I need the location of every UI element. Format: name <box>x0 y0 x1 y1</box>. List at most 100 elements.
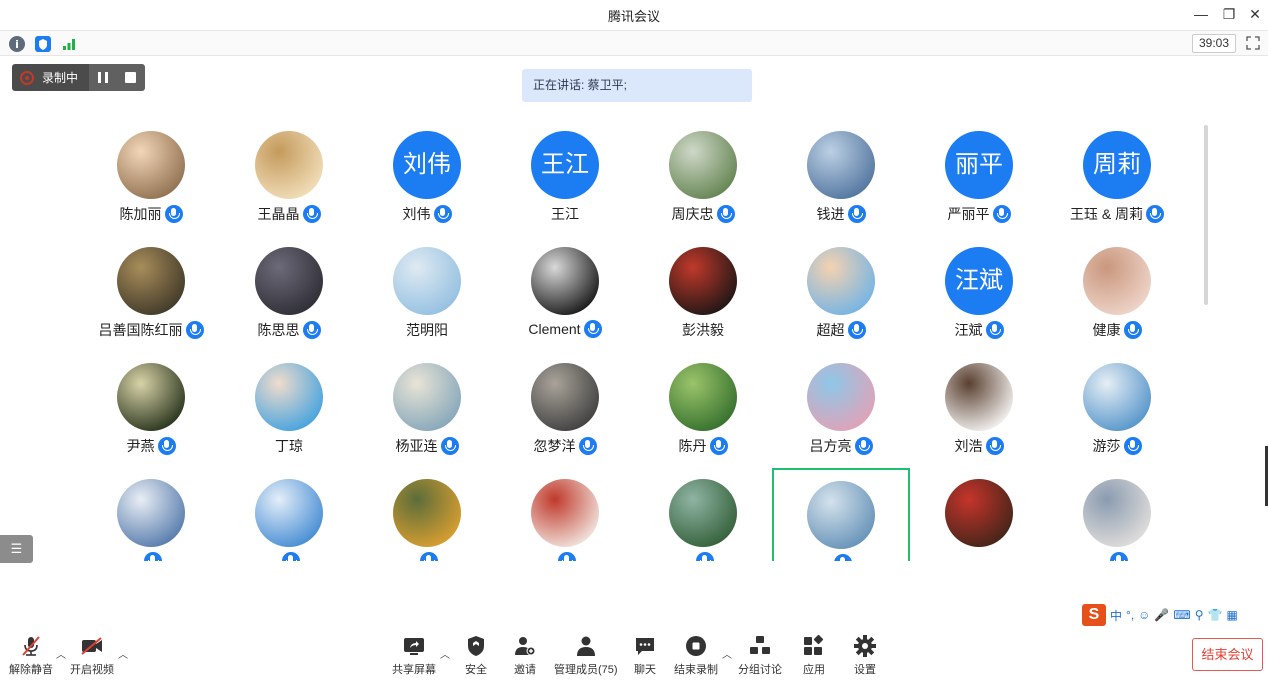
participant-tile[interactable]: 杨亚连 <box>358 352 496 468</box>
participant-name: 健康 <box>1092 322 1121 338</box>
close-icon[interactable]: ✕ <box>1244 4 1266 24</box>
participant-tile[interactable] <box>220 468 358 561</box>
participant-grid: 陈加丽 王晶晶 刘伟 刘伟 王江 王江 周庆忠 钱进 丽平 严丽平 周莉 王珏 & 周莉 吕善国陈红丽陈… <box>0 120 1268 561</box>
ime-item-icon[interactable]: °, <box>1126 608 1134 622</box>
input-method-toolbar: S 中 °, ☺ 🎤 ⌨ ⚲ 👕 ▦ <box>1082 603 1268 627</box>
microphone-icon <box>985 321 1004 339</box>
network-signal-icon[interactable] <box>61 36 77 52</box>
pause-recording-icon[interactable] <box>97 72 108 83</box>
participant-tile[interactable]: 陈丹 <box>634 352 772 468</box>
participant-tile[interactable]: 吕善国陈红丽 <box>82 236 220 352</box>
participant-name-row: 吕方亮 <box>772 436 910 456</box>
participant-avatar <box>1083 363 1151 431</box>
participant-name-row <box>358 552 496 561</box>
end-meeting-button[interactable]: 结束会议 <box>1192 638 1263 671</box>
participant-name-row: 王晶晶 <box>220 204 358 224</box>
end-recording-button[interactable]: 结束录制 <box>674 634 718 677</box>
microphone-icon <box>419 552 438 561</box>
participant-tile[interactable]: 周莉 王珏 & 周莉 <box>1048 120 1186 236</box>
participant-name-row <box>496 552 634 561</box>
participant-tile[interactable] <box>634 468 772 561</box>
participant-tile[interactable] <box>82 468 220 561</box>
security-button[interactable]: 安全 <box>464 634 488 677</box>
ime-item-icon[interactable]: 👕 <box>1208 608 1223 622</box>
participant-name-row: 严丽平 <box>910 204 1048 224</box>
participant-tile[interactable] <box>496 468 634 561</box>
participant-tile[interactable]: 忽梦洋 <box>496 352 634 468</box>
participant-name-row: 王珏 & 周莉 <box>1048 204 1186 224</box>
participant-name: 彭洪毅 <box>682 322 724 338</box>
participant-tile[interactable]: 健康 <box>1048 236 1186 352</box>
participant-tile[interactable]: 丁琼 <box>220 352 358 468</box>
participant-tile[interactable]: 王江 王江 <box>496 120 634 236</box>
chat-button[interactable]: 聊天 <box>633 634 657 677</box>
audio-options-chevron-icon[interactable]: ︿ <box>56 646 66 661</box>
microphone-icon <box>1146 205 1165 223</box>
microphone-icon <box>583 320 602 338</box>
info-icon[interactable]: i <box>9 36 25 52</box>
breakout-rooms-label: 分组讨论 <box>738 664 782 676</box>
share-screen-button[interactable]: 共享屏幕 <box>392 634 436 677</box>
participant-tile[interactable]: 丽平 严丽平 <box>910 120 1048 236</box>
participant-tile[interactable]: 刘伟 刘伟 <box>358 120 496 236</box>
microphone-icon <box>578 437 597 455</box>
participant-tile[interactable]: 范明阳 <box>358 236 496 352</box>
stop-recording-icon[interactable] <box>125 72 137 83</box>
participant-tile[interactable]: 周庆忠 <box>634 120 772 236</box>
participant-tile[interactable] <box>772 468 910 561</box>
microphone-muted-icon <box>19 634 43 658</box>
start-video-button[interactable]: 开启视频 <box>70 634 114 677</box>
microphone-icon <box>1123 437 1142 455</box>
fullscreen-icon[interactable] <box>1246 36 1260 50</box>
participant-tile[interactable]: 陈加丽 <box>82 120 220 236</box>
participant-avatar <box>669 363 737 431</box>
settings-button[interactable]: 设置 <box>853 634 877 677</box>
unmute-button[interactable]: 解除静音 <box>9 634 53 677</box>
title-bar: 腾讯会议 — ❐ ✕ <box>0 0 1268 28</box>
participant-tile[interactable]: 钱进 <box>772 120 910 236</box>
participant-name: Clement <box>528 321 581 337</box>
participant-tile[interactable]: 超超 <box>772 236 910 352</box>
ime-item-icon[interactable]: 🎤 <box>1154 608 1169 622</box>
participant-name-row: 吕善国陈红丽 <box>82 320 220 340</box>
grid-scrollbar[interactable] <box>1204 125 1208 305</box>
participant-tile[interactable]: 游莎 <box>1048 352 1186 468</box>
ime-item-icon[interactable]: ⌨ <box>1173 608 1190 622</box>
participant-tile[interactable] <box>358 468 496 561</box>
participant-tile[interactable]: 陈思思 <box>220 236 358 352</box>
microphone-icon <box>1123 321 1142 339</box>
participant-name-row <box>1048 552 1186 561</box>
video-options-chevron-icon[interactable]: ︿ <box>118 646 128 661</box>
breakout-rooms-button[interactable]: 分组讨论 <box>738 634 782 677</box>
microphone-icon <box>143 552 162 561</box>
participant-avatar <box>669 479 737 547</box>
ime-item-icon[interactable]: ▦ <box>1226 608 1237 622</box>
sogou-logo-icon[interactable]: S <box>1082 604 1106 626</box>
participant-tile[interactable]: 刘浩 <box>910 352 1048 468</box>
participant-avatar <box>255 131 323 199</box>
participant-tile[interactable]: 汪斌 汪斌 <box>910 236 1048 352</box>
participant-list-toggle-icon[interactable]: ☰ <box>0 535 33 563</box>
record-options-chevron-icon[interactable]: ︿ <box>722 646 732 661</box>
microphone-icon <box>709 437 728 455</box>
add-user-icon <box>513 634 537 658</box>
participant-tile[interactable] <box>1048 468 1186 561</box>
participant-tile[interactable]: 王晶晶 <box>220 120 358 236</box>
participant-tile[interactable]: 彭洪毅 <box>634 236 772 352</box>
participant-tile[interactable]: 尹燕 <box>82 352 220 468</box>
share-options-chevron-icon[interactable]: ︿ <box>440 646 450 661</box>
manage-participants-button[interactable]: 管理成员(75) <box>554 634 618 677</box>
ime-item-icon[interactable]: 中 <box>1110 607 1122 624</box>
ime-item-icon[interactable]: ⚲ <box>1195 608 1204 622</box>
participant-avatar <box>807 131 875 199</box>
participant-tile[interactable] <box>910 468 1048 561</box>
minimize-icon[interactable]: — <box>1190 4 1212 24</box>
apps-button[interactable]: 应用 <box>802 634 826 677</box>
ime-item-icon[interactable]: ☺ <box>1138 608 1150 622</box>
participant-tile[interactable]: 吕方亮 <box>772 352 910 468</box>
restore-icon[interactable]: ❐ <box>1218 4 1240 24</box>
participant-avatar <box>669 247 737 315</box>
participant-tile[interactable]: Clement <box>496 236 634 352</box>
invite-button[interactable]: 邀请 <box>513 634 537 677</box>
shield-icon[interactable] <box>35 36 51 52</box>
